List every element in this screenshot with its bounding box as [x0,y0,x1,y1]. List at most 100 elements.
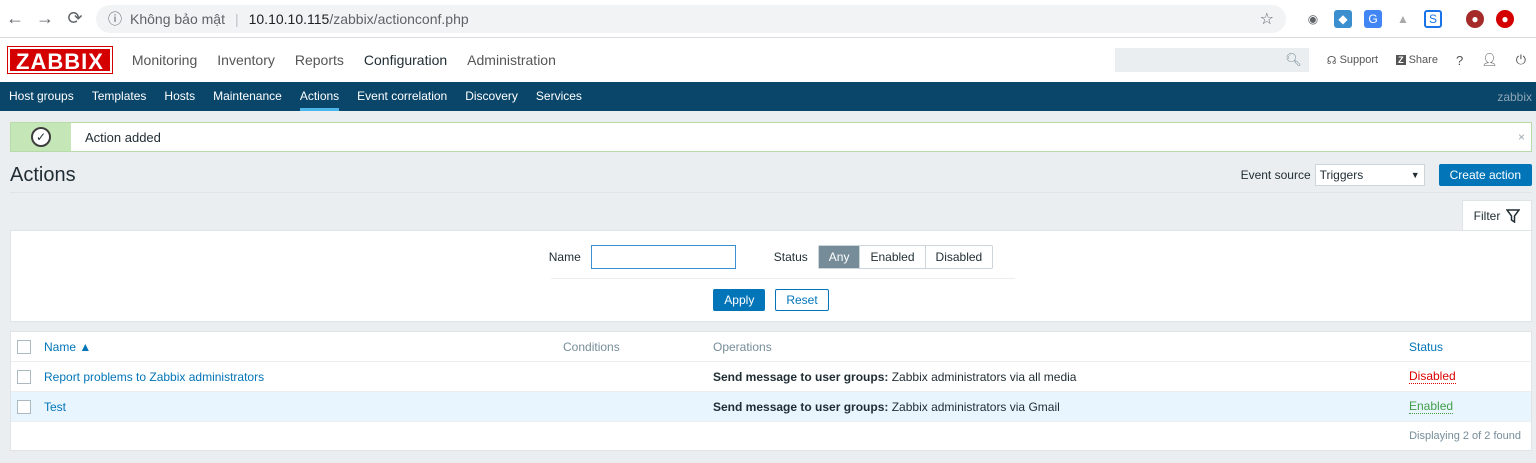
search-icon[interactable]: 🔍︎ [1285,52,1302,68]
back-icon[interactable]: ← [0,8,30,29]
filter-name-label: Name [548,250,581,264]
submenu-templates[interactable]: Templates [83,82,156,111]
operation-detail: Zabbix administrators via all media [888,369,1077,384]
translate-icon[interactable]: G [1364,9,1382,28]
menu-administration[interactable]: Administration [457,52,566,68]
forward-icon[interactable]: → [30,8,60,29]
extension-icon[interactable]: S [1424,9,1442,28]
success-icon-area: ✓ [11,123,71,151]
security-label: Không bảo mật [130,10,225,27]
table-footer: Displaying 2 of 2 found [1409,430,1521,442]
actions-table: Name ▲ Conditions Operations Status Repo… [10,331,1532,451]
url-host: 10.10.10.115 [248,10,330,27]
status-segmented-control: Any Enabled Disabled [817,245,994,269]
event-source-select[interactable]: Triggers ▼ [1314,164,1425,186]
success-message: ✓ Action added × [10,122,1532,152]
menu-configuration[interactable]: Configuration [354,52,457,68]
filter-panel: Name Status Any Enabled Disabled Apply R… [10,230,1532,322]
row-checkbox[interactable] [17,369,31,384]
apply-button[interactable]: Apply [713,289,766,311]
dropdown-arrow-icon: ▼ [1410,170,1420,180]
submenu-host-groups[interactable]: Host groups [0,82,83,111]
user-profile-icon[interactable]: 👤︎ [1481,52,1498,68]
action-operations: Send message to user groups: Zabbix admi… [713,400,1060,414]
action-name-link[interactable]: Report problems to Zabbix administrators [44,370,264,384]
zabbix-logo[interactable]: ZABBIX [7,46,113,74]
menu-monitoring[interactable]: Monitoring [122,52,207,68]
table-row: Report problems to Zabbix administrators… [11,362,1531,392]
filter-buttons: Apply Reset [11,289,1531,311]
current-user: zabbix [1497,89,1532,104]
operation-label: Send message to user groups: [713,399,889,414]
select-all-checkbox[interactable] [17,339,31,354]
page-header: Actions Event source Triggers ▼ Create a… [10,160,1532,190]
submenu-hosts[interactable]: Hosts [155,82,204,111]
row-checkbox[interactable] [17,399,31,414]
filter-status-group: Status Any Enabled Disabled [773,245,994,269]
page-title: Actions [10,163,76,186]
header-controls: Event source Triggers ▼ Create action [1241,164,1532,186]
status-toggle[interactable]: Disabled [1409,369,1456,384]
status-enabled-option[interactable]: Enabled [859,246,924,268]
menu-inventory[interactable]: Inventory [207,52,285,68]
filter-status-label: Status [773,250,808,264]
submenu-maintenance[interactable]: Maintenance [204,82,291,111]
sign-out-icon[interactable]: ⏻ [1516,52,1526,68]
search-input[interactable]: 🔍︎ [1114,48,1309,72]
message-text: Action added [85,129,161,145]
sub-menu: Host groups Templates Hosts Maintenance … [0,82,1536,111]
event-source-value: Triggers [1319,168,1364,182]
support-link[interactable]: ☊ Support [1327,54,1378,67]
status-toggle[interactable]: Enabled [1409,399,1454,414]
camera-icon[interactable]: ◉ [1304,10,1322,28]
address-bar[interactable]: ⓘ Không bảo mật | 10.10.10.115/zabbix/ac… [96,4,1286,33]
filter-fields: Name Status Any Enabled Disabled [11,245,1531,269]
support-label: Support [1339,54,1379,66]
header-name[interactable]: Name ▲ [44,340,91,354]
top-right-tools: 🔍︎ ☊ Support Z Share ? 👤︎ ⏻ [1114,38,1526,82]
operation-detail: Zabbix administrators via Gmail [888,399,1060,414]
action-operations: Send message to user groups: Zabbix admi… [713,370,1076,384]
headset-icon: ☊ [1326,54,1337,67]
zabbix-topbar: ZABBIX Monitoring Inventory Reports Conf… [0,38,1536,82]
extension-icon[interactable]: ◆ [1334,9,1352,28]
reload-icon[interactable]: ⟳ [60,8,90,29]
table-header-row: Name ▲ Conditions Operations Status [11,332,1531,362]
main-menu: Monitoring Inventory Reports Configurati… [122,52,566,68]
submenu-discovery[interactable]: Discovery [456,82,527,111]
extensions: ◉ ◆ G ▲ S ● ● [1304,9,1514,28]
filter-name-input[interactable] [590,245,736,269]
submenu-event-correlation[interactable]: Event correlation [348,82,456,111]
header-divider [10,192,1532,193]
address-separator: | [234,10,239,27]
action-name-link[interactable]: Test [44,400,66,414]
check-icon: ✓ [31,127,51,147]
funnel-icon [1506,208,1521,223]
table-row: Test Send message to user groups: Zabbix… [11,392,1531,422]
reset-button[interactable]: Reset [775,289,829,311]
info-icon[interactable]: ⓘ [108,9,122,29]
help-link[interactable]: ? [1456,53,1463,68]
url-path: /zabbix/actionconf.php [329,10,469,27]
share-link[interactable]: Z Share [1396,54,1438,66]
operation-label: Send message to user groups: [713,369,889,384]
submenu-actions[interactable]: Actions [291,82,348,111]
extension-icon[interactable]: ● [1496,9,1514,28]
filter-tab[interactable]: Filter [1462,200,1532,230]
submenu-services[interactable]: Services [527,82,591,111]
status-any-option[interactable]: Any [818,246,860,268]
header-status[interactable]: Status [1409,340,1443,354]
header-conditions: Conditions [563,339,620,354]
event-source-label: Event source [1240,168,1311,182]
bookmark-star-icon[interactable]: ☆ [1260,9,1274,29]
filter-tab-label: Filter [1473,208,1501,223]
share-icon: Z [1396,55,1406,65]
menu-reports[interactable]: Reports [285,52,354,68]
extension-icon[interactable]: ▲ [1394,10,1412,28]
share-label: Share [1408,54,1438,66]
filter-divider [551,278,1015,279]
create-action-button[interactable]: Create action [1438,164,1532,186]
status-disabled-option[interactable]: Disabled [924,246,993,268]
close-icon[interactable]: × [1518,130,1525,144]
profile-icon[interactable]: ● [1466,9,1484,28]
